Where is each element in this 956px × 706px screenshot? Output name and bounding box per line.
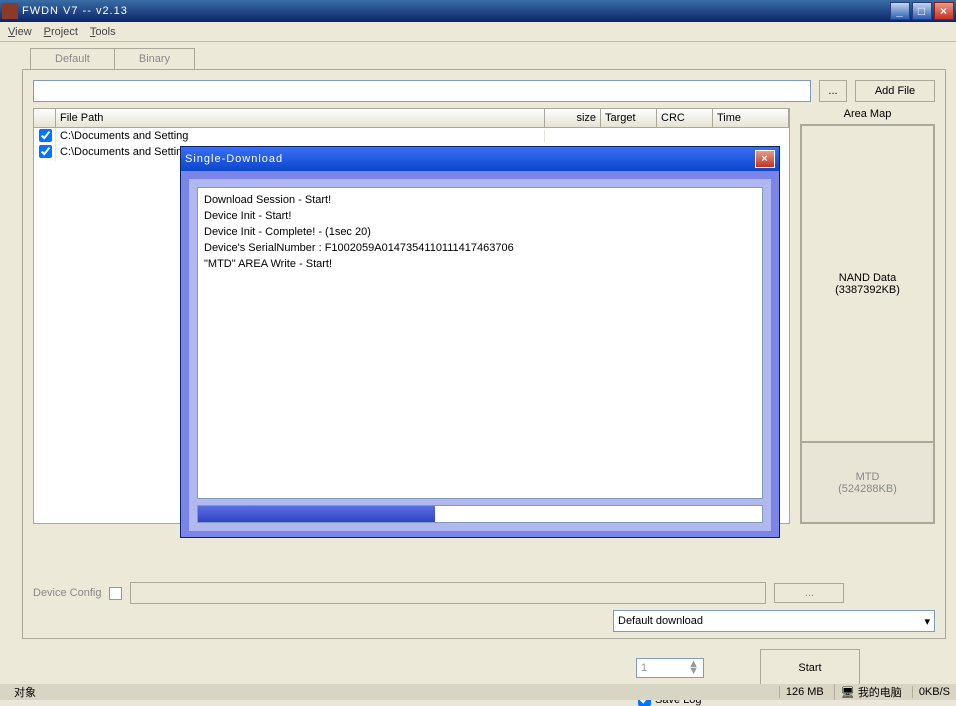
download-log: Download Session - Start! Device Init - … [197,187,763,499]
nand-size: (3387392KB) [835,284,900,296]
log-line: Download Session - Start! [204,192,756,208]
col-time[interactable]: Time [713,109,789,127]
nand-partition[interactable]: NAND Data (3387392KB) [802,126,933,443]
table-row[interactable]: C:\Documents and Setting [34,128,789,144]
col-file-path[interactable]: File Path [56,109,545,127]
mtd-partition[interactable]: MTD (524288KB) [802,443,933,522]
mtd-size: (524288KB) [838,483,897,495]
log-line: Device Init - Complete! - (1sec 20) [204,224,756,240]
progress-bar [197,505,763,523]
area-map: Area Map NAND Data (3387392KB) MTD (5242… [800,108,935,524]
status-speed: 0KB/S [912,686,956,698]
path-input[interactable] [33,80,811,102]
count-value: 1 [641,662,647,674]
nand-label: NAND Data [839,272,896,284]
row-checkbox[interactable] [39,145,52,158]
device-config-box [130,582,766,604]
download-mode-select[interactable]: Default download ▾ [613,610,935,632]
minimize-button[interactable]: _ [890,2,910,20]
col-check [34,109,56,127]
status-size: 126 MB [779,686,830,698]
single-download-dialog: Single-Download × Download Session - Sta… [180,146,780,538]
col-target[interactable]: Target [601,109,657,127]
add-file-button[interactable]: Add File [855,80,935,102]
step-down-icon[interactable]: ▼ [688,668,699,675]
table-header: File Path size Target CRC Time [33,108,790,128]
mtd-label: MTD [856,471,880,483]
statusbar: 对象 126 MB 🖥 我的电脑 0KB/S [0,684,956,700]
menu-tools[interactable]: Tools [90,26,116,38]
row-path: C:\Documents and Setting [56,130,545,142]
col-size[interactable]: size [545,109,601,127]
device-config-browse[interactable]: ... [774,583,844,603]
tab-binary[interactable]: Binary [114,48,195,69]
col-crc[interactable]: CRC [657,109,713,127]
window-titlebar: FWDN V7 -- v2.13 _ □ × [0,0,956,22]
maximize-button[interactable]: □ [912,2,932,20]
row-checkbox[interactable] [39,129,52,142]
status-computer: 🖥 我的电脑 [834,684,908,700]
browse-button[interactable]: ... [819,80,847,102]
progress-fill [198,506,435,522]
dialog-titlebar[interactable]: Single-Download × [181,147,779,171]
download-mode-value: Default download [618,615,703,627]
tabs: Default Binary [30,48,946,69]
menubar: View Project Tools [0,22,956,42]
device-config-label: Device Config [33,587,101,599]
app-icon [2,3,18,19]
status-obj: 对象 [14,684,36,700]
dialog-close-button[interactable]: × [755,150,775,168]
dialog-title: Single-Download [185,153,283,165]
close-button[interactable]: × [934,2,954,20]
left-strip [0,42,22,700]
tab-default[interactable]: Default [30,48,115,69]
count-stepper[interactable]: 1 ▲▼ [636,658,704,678]
device-config-checkbox[interactable] [109,587,122,600]
area-map-title: Area Map [800,108,935,124]
start-button[interactable]: Start [760,649,860,687]
menu-project[interactable]: Project [44,26,78,38]
chevron-down-icon: ▾ [924,615,930,628]
log-line: Device Init - Start! [204,208,756,224]
log-line: "MTD" AREA Write - Start! [204,256,756,272]
window-title: FWDN V7 -- v2.13 [22,5,128,17]
menu-view[interactable]: View [8,26,32,38]
log-line: Device's SerialNumber : F1002059A0147354… [204,240,756,256]
